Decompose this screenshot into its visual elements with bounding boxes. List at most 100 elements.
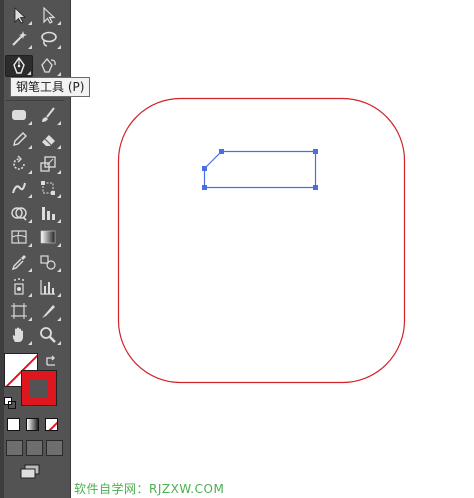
eyedropper-tool-icon [11,255,26,271]
rounded-rectangle-tool-button[interactable] [5,104,33,126]
tool-flyout-indicator [28,317,32,321]
tool-flyout-indicator [57,268,61,272]
pen-tool-button[interactable] [5,55,33,77]
default-fill-stroke-icon[interactable] [4,394,16,413]
slice-tool-button[interactable] [34,300,62,322]
tool-flyout-indicator [28,170,32,174]
direct-selection-tool-button[interactable] [34,4,62,26]
symbol-sprayer-tool-icon [14,278,24,295]
lasso-tool-icon [41,31,57,47]
screen-mode-button[interactable] [20,464,42,484]
shape-builder-tool-icon [11,207,27,221]
draw-normal-button[interactable] [6,440,23,456]
color-mode-button[interactable] [7,418,20,431]
scale-tool-icon [40,156,56,172]
mesh-tool-icon [11,230,27,244]
rotate-tool-button[interactable] [5,153,33,175]
swap-fill-stroke-icon[interactable] [44,353,58,372]
tool-flyout-indicator [57,317,61,321]
warp-tool-button[interactable] [5,177,33,199]
type-tool-button[interactable] [34,55,62,77]
draw-inside-button[interactable] [46,440,63,456]
gradient-tool-button[interactable] [34,226,62,248]
zoom-tool-icon [40,327,56,343]
eyedropper-tool-button[interactable] [5,251,33,273]
slice-tool-icon [42,305,55,318]
anchor-point[interactable] [313,149,318,154]
tool-flyout-indicator [57,21,61,25]
rotate-tool-icon [13,155,25,170]
type-tool-icon [41,57,56,73]
graph-tool-icon [42,207,55,220]
magic-wand-tool-button[interactable] [5,28,33,50]
anchor-point[interactable] [202,185,207,190]
pencil-tool-button[interactable] [5,128,33,150]
tool-flyout-indicator [57,170,61,174]
symbol-sprayer-tool-button[interactable] [5,276,33,298]
graph-tool-button[interactable] [34,202,62,224]
paintbrush-tool-icon [42,107,55,122]
tool-flyout-indicator [57,219,61,223]
rounded-rectangle-shape[interactable] [117,97,406,384]
tool-flyout-indicator [28,268,32,272]
tool-flyout-indicator [28,243,32,247]
tool-flyout-indicator [57,293,61,297]
draw-behind-button[interactable] [26,440,43,456]
magic-wand-tool-icon [12,31,27,46]
free-transform-tool-button[interactable] [34,177,62,199]
tool-flyout-indicator [28,121,32,125]
anchor-points [202,149,318,190]
zoom-tool-button[interactable] [34,324,62,346]
tool-flyout-indicator [28,45,32,49]
tool-flyout-indicator [57,194,61,198]
free-transform-tool-icon [41,181,55,195]
eraser-tool-icon [42,135,55,146]
selection-tool-button[interactable] [5,4,33,26]
anchor-point[interactable] [202,166,207,171]
scale-tool-button[interactable] [34,153,62,175]
blend-tool-icon [40,255,56,270]
tools-divider [6,100,64,101]
shape-builder-tool-button[interactable] [5,202,33,224]
pencil-tool-icon [13,132,27,146]
tool-flyout-indicator [57,243,61,247]
none-mode-button[interactable] [45,418,58,431]
hand-tool-button[interactable] [5,324,33,346]
tool-flyout-indicator [57,145,61,149]
artboard-canvas[interactable] [71,0,474,498]
lasso-tool-button[interactable] [34,28,62,50]
direct-selection-tool-icon [43,6,56,24]
eraser-tool-button[interactable] [34,128,62,150]
mesh-tool-button[interactable] [5,226,33,248]
paintbrush-tool-button[interactable] [34,104,62,126]
tool-flyout-indicator [28,21,32,25]
tool-flyout-indicator [28,341,32,345]
anchor-point[interactable] [219,149,224,154]
column-graph-tool-icon [40,280,55,295]
tool-flyout-indicator [28,145,32,149]
artboard-tool-icon [11,303,27,319]
tool-flyout-indicator [57,45,61,49]
gradient-mode-button[interactable] [26,418,39,431]
selection-tool-icon [14,7,27,24]
pen-path[interactable] [203,150,317,189]
panel-grip[interactable] [0,0,4,498]
tool-flyout-indicator [27,71,31,75]
tool-flyout-indicator [28,219,32,223]
artboard-tool-button[interactable] [5,300,33,322]
tool-flyout-indicator [28,293,32,297]
gradient-tool-icon [40,230,56,244]
tool-flyout-indicator [57,341,61,345]
anchor-point[interactable] [313,185,318,190]
tool-flyout-indicator [28,194,32,198]
column-graph-tool-button[interactable] [34,276,62,298]
blend-tool-button[interactable] [34,251,62,273]
tool-flyout-indicator [57,121,61,125]
warp-tool-icon [12,182,26,194]
drawing-modes [6,440,64,456]
tools-panel [0,0,71,498]
rounded-rectangle-tool-icon [12,110,26,120]
stroke-color-swatch[interactable] [21,370,57,406]
hand-tool-icon [12,327,23,342]
tool-flyout-indicator [57,72,61,76]
